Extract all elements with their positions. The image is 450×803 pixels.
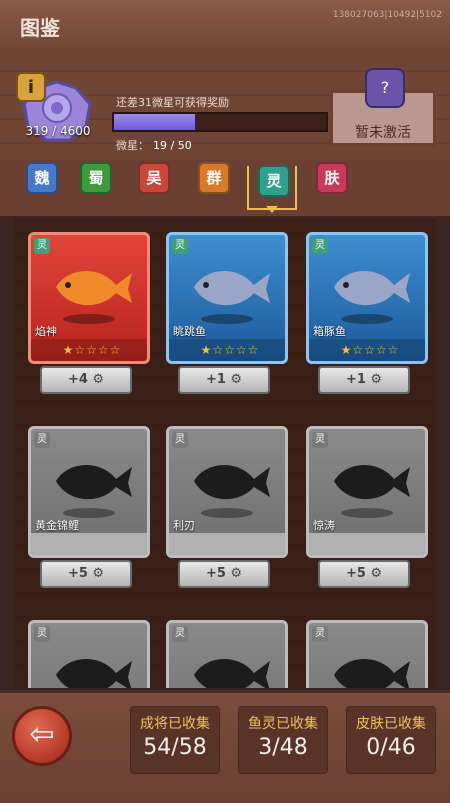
- gem-count: 319 / 4600: [25, 124, 91, 138]
- fish-silhouette-icon: [334, 659, 410, 688]
- collection-stat: 成将已收集 54/58: [130, 706, 220, 774]
- collection-card[interactable]: 灵箱豚鱼 ★☆☆☆☆ +1 ⚙: [306, 232, 428, 402]
- tab-label: 蜀: [80, 162, 112, 194]
- stat-label: 皮肤已收集: [356, 716, 426, 732]
- card-grid[interactable]: 灵 焰神 ★☆☆☆☆ +4 ⚙ 灵 眺跳鱼 ★☆☆☆☆ +1 ⚙ 灵 箱豚鱼 ★☆☆☆☆ +1 ⚙ 灵黄…: [14, 218, 436, 688]
- star-rating: [175, 537, 285, 555]
- collection-stat: 皮肤已收集 0/46: [346, 706, 436, 774]
- stat-label: 成将已收集: [140, 716, 210, 732]
- collection-card[interactable]: 灵: [28, 620, 150, 688]
- page-title: 图鉴: [20, 16, 60, 40]
- card-face: 灵箱豚鱼 ★☆☆☆☆: [306, 232, 428, 364]
- stat-label: 鱼灵已收集: [248, 716, 318, 732]
- tab-selection-frame: [247, 166, 297, 210]
- tab-label: 魏: [26, 162, 58, 194]
- collection-card[interactable]: 灵利刃 +5 ⚙: [166, 426, 288, 596]
- info-icon[interactable]: i: [16, 72, 46, 102]
- card-name: 黄金锦鲤: [35, 519, 79, 532]
- star-rating: [315, 537, 425, 555]
- tab-label: 吴: [138, 162, 170, 194]
- fish-silhouette-icon: [194, 659, 270, 688]
- card-name: 焰神: [35, 325, 57, 338]
- tab-2[interactable]: 吴: [134, 160, 174, 200]
- tab-0[interactable]: 魏: [22, 160, 62, 200]
- progress-label: 微星：: [116, 139, 149, 152]
- stat-value: 54/58: [143, 735, 207, 760]
- card-name: 惊涛: [313, 519, 335, 532]
- reward-chest-icon[interactable]: ?: [365, 68, 405, 108]
- star-rating: ★☆☆☆☆: [62, 343, 122, 357]
- star-rating: ★☆☆☆☆: [340, 343, 400, 357]
- progress-bar: [112, 112, 328, 132]
- tab-1[interactable]: 蜀: [76, 160, 116, 200]
- fish-icon: [194, 270, 270, 324]
- fish-silhouette-icon: [56, 464, 132, 518]
- reward-hint: 还差31微星可获得奖励: [116, 96, 229, 109]
- stat-value: 0/46: [366, 735, 416, 760]
- card-reward-button[interactable]: +5 ⚙: [40, 560, 132, 588]
- card-name: 眺跳鱼: [173, 325, 206, 338]
- tab-label: 肤: [316, 162, 348, 194]
- user-id-label: 138027063|10492|5102: [332, 10, 442, 20]
- card-face: 灵: [166, 620, 288, 688]
- fish-silhouette-icon: [56, 659, 132, 688]
- card-face: 灵利刃: [166, 426, 288, 558]
- star-rating: [37, 537, 147, 555]
- card-name: 利刃: [173, 519, 195, 532]
- collection-stat: 鱼灵已收集 3/48: [238, 706, 328, 774]
- fish-silhouette-icon: [334, 464, 410, 518]
- card-face: 灵: [306, 620, 428, 688]
- back-arrow-icon[interactable]: ⇦: [12, 706, 72, 766]
- tab-5[interactable]: 肤: [312, 160, 352, 200]
- card-reward-button[interactable]: +5 ⚙: [178, 560, 270, 588]
- card-face: 灵焰神 ★☆☆☆☆: [28, 232, 150, 364]
- tab-3[interactable]: 群: [194, 160, 234, 200]
- card-face: 灵黄金锦鲤: [28, 426, 150, 558]
- fish-icon: [56, 270, 132, 324]
- card-face: 灵惊涛: [306, 426, 428, 558]
- card-reward-button[interactable]: +5 ⚙: [318, 560, 410, 588]
- tab-label: 群: [198, 162, 230, 194]
- card-reward-button[interactable]: +1 ⚙: [318, 366, 410, 394]
- stat-value: 3/48: [258, 735, 308, 760]
- progress-value: 19 / 50: [153, 139, 192, 152]
- top-bar: 图鉴 138027063|10492|5102: [0, 0, 450, 48]
- collection-card[interactable]: 灵惊涛 +5 ⚙: [306, 426, 428, 596]
- card-reward-button[interactable]: +4 ⚙: [40, 366, 132, 394]
- star-rating: ★☆☆☆☆: [200, 343, 260, 357]
- fish-silhouette-icon: [194, 464, 270, 518]
- card-face: 灵: [28, 620, 150, 688]
- progress-text: 微星： 19 / 50: [116, 137, 192, 153]
- card-reward-button[interactable]: +1 ⚙: [178, 366, 270, 394]
- card-name: 箱豚鱼: [313, 325, 346, 338]
- card-face: 灵眺跳鱼 ★☆☆☆☆: [166, 232, 288, 364]
- collection-card[interactable]: 灵: [306, 620, 428, 688]
- tab-selection-arrow: [266, 206, 278, 213]
- collection-card[interactable]: 灵黄金锦鲤 +5 ⚙: [28, 426, 150, 596]
- reward-status: 暂未激活: [355, 125, 411, 141]
- fish-icon: [334, 270, 410, 324]
- progress-bar-fill: [114, 114, 195, 130]
- collection-card[interactable]: 灵: [166, 620, 288, 688]
- collection-card[interactable]: 灵焰神 ★☆☆☆☆ +4 ⚙: [28, 232, 150, 402]
- collection-card[interactable]: 灵眺跳鱼 ★☆☆☆☆ +1 ⚙: [166, 232, 288, 402]
